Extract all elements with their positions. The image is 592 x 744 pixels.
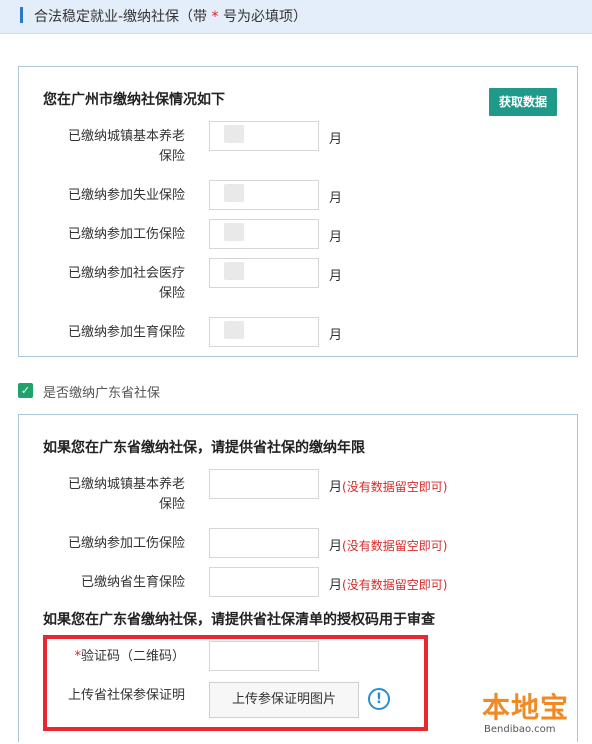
unit-text: 月 [329,480,343,495]
prov-pension-label-line2: 保险 [158,497,185,512]
prov-pension-label: 已缴纳城镇基本养老 保险 [55,475,185,515]
gz-medical-label-line1: 已缴纳参加社会医疗 [67,266,185,281]
prov-injury-unit: 月(没有数据留空即可) [329,535,447,554]
auth-code-section-title: 如果您在广东省缴纳社保，请提供省社保清单的授权码用于审查 [43,612,435,628]
logo-url-text: Bendibao.com [484,724,556,735]
gz-unemployment-unit: 月 [329,191,343,206]
gz-medical-label: 已缴纳参加社会医疗 保险 [55,264,185,304]
gz-injury-unit: 月 [329,230,343,245]
checkbox-checked-icon[interactable]: ✓ [18,383,33,398]
gz-medical-unit: 月 [329,269,343,284]
gz-pension-label-line2: 保险 [158,149,185,164]
gz-pension-label-line1: 已缴纳城镇基本养老 [67,129,185,144]
header-accent-bar [20,7,23,23]
page-title: 合法稳定就业-缴纳社保（带 * 号为必填项） [34,6,307,26]
empty-hint: (没有数据留空即可) [342,539,448,553]
gz-maternity-unit: 月 [329,328,343,343]
gz-unemployment-label: 已缴纳参加失业保险 [67,188,185,203]
gz-injury-input[interactable] [209,219,319,249]
gz-pension-unit: 月 [329,132,343,147]
gz-pension-input[interactable] [209,121,319,151]
required-star: * [211,9,219,25]
unit-text: 月 [329,578,343,593]
bendibao-logo: 本地宝 Bendibao.com [476,682,592,744]
guangzhou-social-security-panel: 您在广州市缴纳社保情况如下 获取数据 已缴纳城镇基本养老 保险 月 已缴纳参加失… [18,66,578,357]
redacted-value [224,184,244,202]
title-prefix: 合法稳定就业-缴纳社保（带 [34,9,208,25]
gz-medical-label-line2: 保险 [158,286,185,301]
gz-maternity-input[interactable] [209,317,319,347]
gz-medical-input[interactable] [209,258,319,288]
prov-maternity-input[interactable] [209,567,319,597]
prov-pension-input[interactable] [209,469,319,499]
gz-injury-label: 已缴纳参加工伤保险 [67,227,185,242]
redacted-value [224,125,244,143]
redacted-value [224,321,244,339]
gz-pension-label: 已缴纳城镇基本养老 保险 [55,127,185,167]
province-checkbox-label: 是否缴纳广东省社保 [43,386,161,401]
province-section-title: 如果您在广东省缴纳社保，请提供省社保的缴纳年限 [43,440,365,456]
fetch-data-button[interactable]: 获取数据 [489,88,557,116]
empty-hint: (没有数据留空即可) [342,480,448,494]
redacted-value [224,262,244,280]
unit-text: 月 [329,539,343,554]
gz-maternity-label: 已缴纳参加生育保险 [67,325,185,340]
guangzhou-section-title: 您在广州市缴纳社保情况如下 [43,92,225,108]
prov-pension-unit: 月(没有数据留空即可) [329,476,447,495]
prov-injury-input[interactable] [209,528,319,558]
page-header: 合法稳定就业-缴纳社保（带 * 号为必填项） [0,0,592,34]
title-suffix: 号为必填项） [222,9,307,25]
logo-brand-text: 本地宝 [482,691,570,724]
prov-maternity-unit: 月(没有数据留空即可) [329,574,447,593]
highlight-box [43,635,428,731]
empty-hint: (没有数据留空即可) [342,578,448,592]
gz-unemployment-input[interactable] [209,180,319,210]
prov-injury-label: 已缴纳参加工伤保险 [67,536,185,551]
prov-maternity-label: 已缴纳省生育保险 [80,575,185,590]
prov-pension-label-line1: 已缴纳城镇基本养老 [67,477,185,492]
redacted-value [224,223,244,241]
